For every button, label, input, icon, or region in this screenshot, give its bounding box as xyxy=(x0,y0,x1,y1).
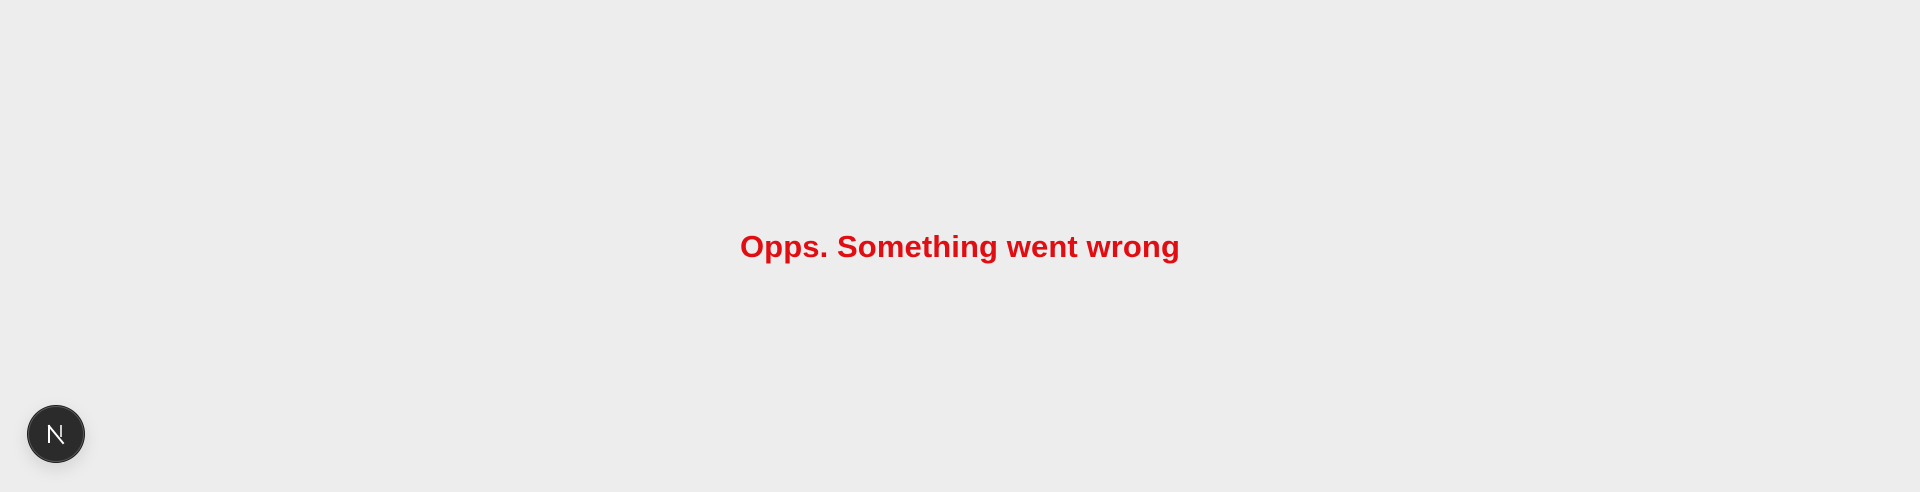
error-page: Opps. Something went wrong xyxy=(0,0,1920,492)
error-message: Opps. Something went wrong xyxy=(739,229,1181,264)
error-container: Opps. Something went wrong xyxy=(0,0,1920,492)
nextjs-dev-indicator-button[interactable] xyxy=(28,406,84,462)
nextjs-logo-icon xyxy=(44,422,68,446)
